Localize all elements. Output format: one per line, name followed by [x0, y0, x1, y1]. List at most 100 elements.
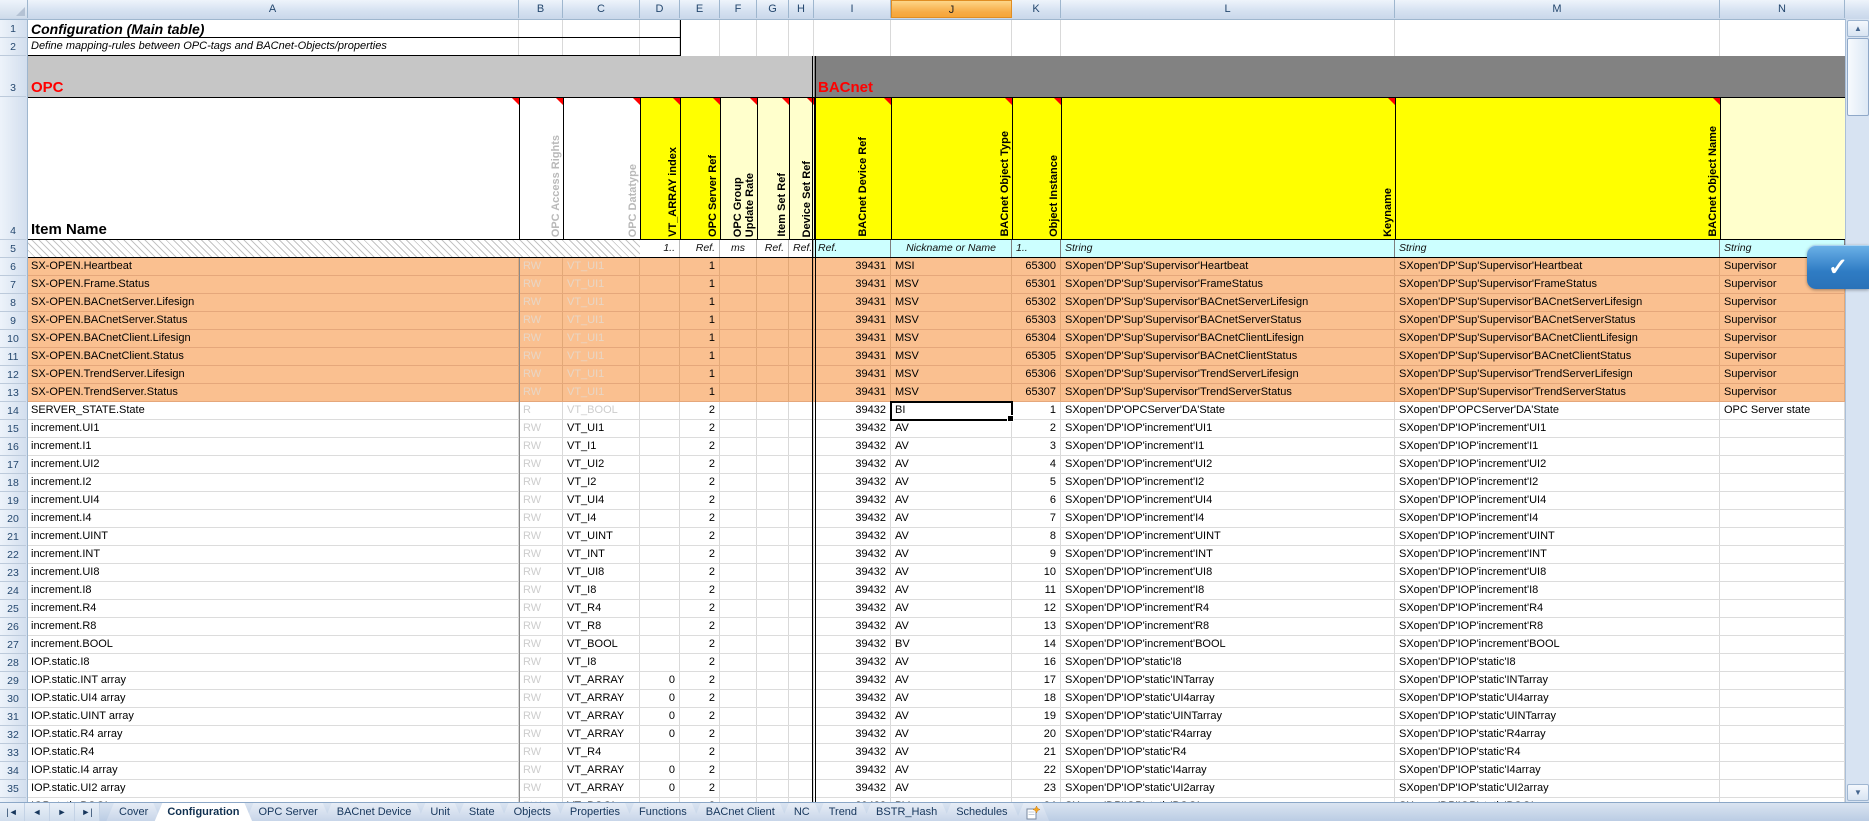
cell-H21[interactable]	[789, 528, 814, 545]
cell-J18[interactable]: AV	[891, 474, 1012, 491]
cell-N24[interactable]	[1720, 582, 1845, 599]
cell-G11[interactable]	[757, 348, 789, 365]
cell-H32[interactable]	[789, 726, 814, 743]
cell-L26[interactable]: SXopen'DP'IOP'increment'R8	[1061, 618, 1395, 635]
cell-A13[interactable]: SX-OPEN.TrendServer.Status	[27, 384, 519, 401]
cell-N12[interactable]: Supervisor	[1720, 366, 1845, 383]
cell-G16[interactable]	[757, 438, 789, 455]
cell-J33[interactable]: AV	[891, 744, 1012, 761]
cell-N17[interactable]	[1720, 456, 1845, 473]
cell-D8[interactable]	[640, 294, 680, 311]
cell-G19[interactable]	[757, 492, 789, 509]
cell-E24[interactable]: 2	[680, 582, 720, 599]
cell-N26[interactable]	[1720, 618, 1845, 635]
cell-A29[interactable]: IOP.static.INT array	[27, 672, 519, 689]
cell-N14[interactable]: OPC Server state	[1720, 402, 1845, 419]
cell-M14[interactable]: SXopen'DP'OPCServer'DA'State	[1395, 402, 1720, 419]
cell-J32[interactable]: AV	[891, 726, 1012, 743]
insert-worksheet-tab[interactable]	[1016, 803, 1050, 821]
cell-D22[interactable]	[640, 546, 680, 563]
cell-I17[interactable]: 39432	[814, 456, 891, 473]
cell-E11[interactable]: 1	[680, 348, 720, 365]
cell-G33[interactable]	[757, 744, 789, 761]
column-title-cell-A[interactable]: Item Name	[27, 97, 520, 240]
cell-J16[interactable]: AV	[891, 438, 1012, 455]
cell-G27[interactable]	[757, 636, 789, 653]
cell-M15[interactable]: SXopen'DP'IOP'increment'UI1	[1395, 420, 1720, 437]
cell-B7[interactable]: RW	[519, 276, 563, 293]
cell-M23[interactable]: SXopen'DP'IOP'increment'UI8	[1395, 564, 1720, 581]
row-header-31[interactable]: 31	[0, 708, 26, 726]
row-header-33[interactable]: 33	[0, 744, 26, 762]
cell-D18[interactable]	[640, 474, 680, 491]
cell-A32[interactable]: IOP.static.R4 array	[27, 726, 519, 743]
cell-E25[interactable]: 2	[680, 600, 720, 617]
cell-G6[interactable]	[757, 258, 789, 275]
cell-E28[interactable]: 2	[680, 654, 720, 671]
cell-G10[interactable]	[757, 330, 789, 347]
cell-D30[interactable]: 0	[640, 690, 680, 707]
cell-I34[interactable]: 39432	[814, 762, 891, 779]
cell-L30[interactable]: SXopen'DP'IOP'static'UI4array	[1061, 690, 1395, 707]
column-title-cell-C[interactable]: OPC Datatype	[563, 97, 641, 240]
row-header-7[interactable]: 7	[0, 276, 26, 294]
cell-L31[interactable]: SXopen'DP'IOP'static'UINTarray	[1061, 708, 1395, 725]
cell-I21[interactable]: 39432	[814, 528, 891, 545]
cell-C28[interactable]: VT_I8	[563, 654, 640, 671]
cell-G21[interactable]	[757, 528, 789, 545]
cell-H22[interactable]	[789, 546, 814, 563]
cell-L10[interactable]: SXopen'DP'Sup'Supervisor'BACnetClientLif…	[1061, 330, 1395, 347]
cell-L33[interactable]: SXopen'DP'IOP'static'R4	[1061, 744, 1395, 761]
cell-N30[interactable]	[1720, 690, 1845, 707]
cell-B25[interactable]: RW	[519, 600, 563, 617]
cell-G23[interactable]	[757, 564, 789, 581]
cell-M28[interactable]: SXopen'DP'IOP'static'I8	[1395, 654, 1720, 671]
cell-H31[interactable]	[789, 708, 814, 725]
cell-C15[interactable]: VT_UI1	[563, 420, 640, 437]
cell-B22[interactable]: RW	[519, 546, 563, 563]
cell-J8[interactable]: MSV	[891, 294, 1012, 311]
column-header-B[interactable]: B	[519, 0, 563, 18]
cell-B31[interactable]: RW	[519, 708, 563, 725]
cell-E22[interactable]: 2	[680, 546, 720, 563]
cell-N9[interactable]: Supervisor	[1720, 312, 1845, 329]
cell-F35[interactable]	[720, 780, 757, 797]
row-header-9[interactable]: 9	[0, 312, 26, 330]
cell-K11[interactable]: 65305	[1012, 348, 1061, 365]
cell-B16[interactable]: RW	[519, 438, 563, 455]
cell-N19[interactable]	[1720, 492, 1845, 509]
cell-K21[interactable]: 8	[1012, 528, 1061, 545]
cell-F33[interactable]	[720, 744, 757, 761]
cell-K22[interactable]: 9	[1012, 546, 1061, 563]
next-sheet-button[interactable]: ►	[50, 803, 75, 821]
cell-F17[interactable]	[720, 456, 757, 473]
cell-C10[interactable]: VT_UI1	[563, 330, 640, 347]
cell-J10[interactable]: MSV	[891, 330, 1012, 347]
select-all-corner[interactable]	[0, 0, 28, 18]
sheet-tab-schedules[interactable]: Schedules	[943, 803, 1020, 821]
cell-M18[interactable]: SXopen'DP'IOP'increment'I2	[1395, 474, 1720, 491]
cell-B28[interactable]: RW	[519, 654, 563, 671]
cell-G29[interactable]	[757, 672, 789, 689]
cell-C16[interactable]: VT_I1	[563, 438, 640, 455]
column-title-cell-K[interactable]: Object Instance	[1012, 97, 1062, 240]
cell-G31[interactable]	[757, 708, 789, 725]
cell-H23[interactable]	[789, 564, 814, 581]
cell-E18[interactable]: 2	[680, 474, 720, 491]
cell-B26[interactable]: RW	[519, 618, 563, 635]
cell-B15[interactable]: RW	[519, 420, 563, 437]
cell-G7[interactable]	[757, 276, 789, 293]
subheader-cell-D[interactable]: 1..	[640, 240, 680, 257]
cell-G12[interactable]	[757, 366, 789, 383]
confirm-check-button[interactable]: ✓	[1807, 245, 1869, 289]
row-header-24[interactable]: 24	[0, 582, 26, 600]
row-header-14[interactable]: 14	[0, 402, 26, 420]
cell-C11[interactable]: VT_UI1	[563, 348, 640, 365]
cell-D9[interactable]	[640, 312, 680, 329]
cell-I15[interactable]: 39432	[814, 420, 891, 437]
cell-H27[interactable]	[789, 636, 814, 653]
cell-L35[interactable]: SXopen'DP'IOP'static'UI2array	[1061, 780, 1395, 797]
cell-M32[interactable]: SXopen'DP'IOP'static'R4array	[1395, 726, 1720, 743]
cell-G28[interactable]	[757, 654, 789, 671]
cell-A8[interactable]: SX-OPEN.BACnetServer.Lifesign	[27, 294, 519, 311]
